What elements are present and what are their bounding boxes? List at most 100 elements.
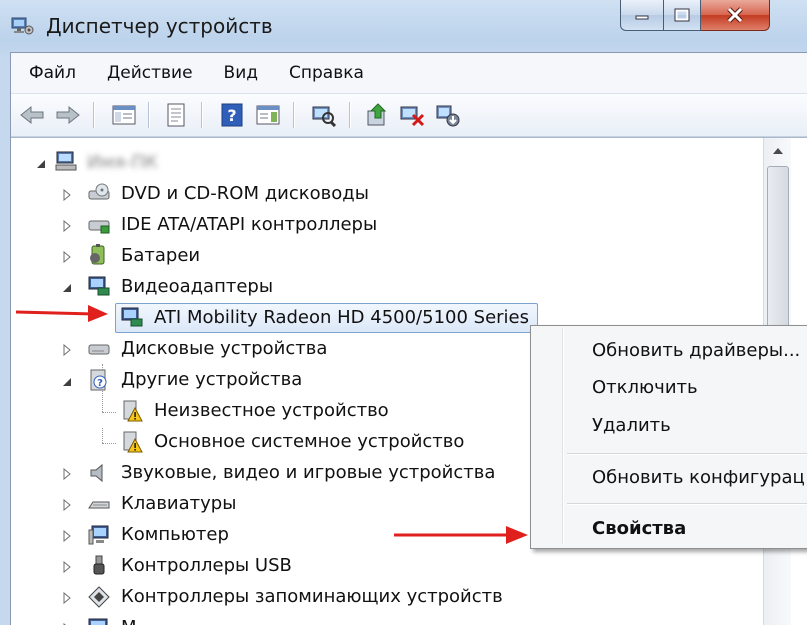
toolbar-separator xyxy=(201,102,203,128)
collapse-other-toggle[interactable] xyxy=(61,376,73,388)
expand-storage-toggle[interactable] xyxy=(61,592,73,604)
minimize-button[interactable] xyxy=(620,0,664,31)
toolbar-separator xyxy=(93,102,95,128)
tree-root-label[interactable]: Имя-ПК xyxy=(87,152,158,173)
expand-usb-toggle[interactable] xyxy=(61,561,73,573)
collapsed-arrow-icon xyxy=(63,592,71,604)
uninstall-device-button[interactable] xyxy=(435,102,461,128)
tree-node-label[interactable]: Основное системное устройство xyxy=(154,431,464,452)
disk-drive-icon xyxy=(88,344,110,355)
expanded-arrow-icon xyxy=(63,378,71,386)
collapse-root-toggle[interactable] xyxy=(35,158,47,170)
forward-button[interactable] xyxy=(55,102,81,128)
menu-help[interactable]: Справка xyxy=(271,63,377,83)
expand-keyboard-toggle[interactable] xyxy=(61,499,73,511)
menu-bar: Файл Действие Вид Справка xyxy=(11,53,807,93)
context-menu-separator xyxy=(567,503,807,505)
ide-controller-icon xyxy=(88,220,110,234)
window-title: Диспетчер устройств xyxy=(46,14,273,38)
computer-icon xyxy=(88,525,109,545)
scan-hardware-icon xyxy=(312,106,337,127)
expanded-arrow-icon xyxy=(63,284,71,292)
collapsed-arrow-icon xyxy=(63,251,71,263)
tree-guide-line xyxy=(102,412,116,413)
toolbar-separator xyxy=(349,102,351,128)
menu-disable[interactable]: Отключить xyxy=(592,377,698,398)
expand-dvd-toggle[interactable] xyxy=(61,189,73,201)
collapsed-arrow-icon xyxy=(63,189,71,201)
view-button[interactable] xyxy=(255,102,281,128)
context-menu-separator xyxy=(567,453,807,455)
svg-text:?: ? xyxy=(97,378,103,389)
svg-text:?: ? xyxy=(227,106,236,125)
menu-properties[interactable]: Свойства xyxy=(592,518,686,539)
menu-action[interactable]: Действие xyxy=(89,63,206,83)
expand-disk-toggle[interactable] xyxy=(61,344,73,356)
tree-node-label[interactable]: Компьютер xyxy=(121,524,229,545)
tree-node-label[interactable]: Неизвестное устройство xyxy=(154,400,389,421)
scroll-up-button[interactable] xyxy=(764,138,791,164)
red-arrow-icon xyxy=(394,526,528,544)
close-button[interactable] xyxy=(701,0,770,31)
maximize-button[interactable] xyxy=(664,0,701,31)
collapsed-arrow-icon xyxy=(63,344,71,356)
tree-guide-line xyxy=(102,428,103,443)
collapsed-arrow-icon xyxy=(63,561,71,573)
tree-node-label[interactable]: Видеоадаптеры xyxy=(121,276,273,297)
tree-node-label[interactable]: М... xyxy=(121,617,154,625)
collapsed-arrow-icon xyxy=(63,220,71,232)
tree-node-label[interactable]: Звуковые, видео и игровые устройства xyxy=(121,462,495,483)
help-button[interactable]: ? xyxy=(219,102,245,128)
red-arrow-icon xyxy=(15,305,108,322)
forward-icon xyxy=(56,105,80,125)
collapse-video-toggle[interactable] xyxy=(61,282,73,294)
collapsed-arrow-icon xyxy=(63,499,71,511)
expand-battery-toggle[interactable] xyxy=(61,251,73,263)
context-menu-gutter xyxy=(562,328,564,544)
display-adapter-icon xyxy=(88,276,110,296)
help-icon: ? xyxy=(221,103,243,127)
menu-update-drivers[interactable]: Обновить драйверы... xyxy=(592,340,800,361)
tree-node-label[interactable]: Другие устройства xyxy=(121,369,302,390)
tree-node-label[interactable]: Батареи xyxy=(121,245,200,266)
tree-node-label[interactable]: ATI Mobility Radeon HD 4500/5100 Series xyxy=(154,307,529,328)
update-driver-button[interactable] xyxy=(365,102,391,128)
unknown-device-icon: ? xyxy=(90,369,107,391)
expand-ide-toggle[interactable] xyxy=(61,220,73,232)
tree-node-label[interactable]: Клавиатуры xyxy=(121,493,236,514)
disable-device-button[interactable] xyxy=(399,102,425,128)
device-manager-icon xyxy=(11,17,34,35)
usb-icon xyxy=(93,555,105,575)
warning-device-icon xyxy=(123,431,143,453)
properties-button[interactable] xyxy=(163,102,189,128)
minimize-icon xyxy=(635,15,649,20)
storage-controller-icon xyxy=(88,586,110,608)
expand-computer-toggle[interactable] xyxy=(61,530,73,542)
menu-scan-changes[interactable]: Обновить конфигурац xyxy=(592,467,805,488)
title-bar[interactable]: Диспетчер устройств xyxy=(0,0,807,52)
maximize-icon xyxy=(674,8,690,22)
scroll-up-icon xyxy=(772,148,783,154)
disable-device-icon xyxy=(400,106,425,127)
expanded-arrow-icon xyxy=(37,160,45,168)
menu-view[interactable]: Вид xyxy=(206,63,271,83)
update-driver-icon xyxy=(367,103,387,126)
tree-node-label[interactable]: Дисковые устройства xyxy=(121,338,327,359)
back-icon xyxy=(20,105,44,125)
warning-device-icon xyxy=(123,400,143,422)
toolbar-separator xyxy=(293,102,295,128)
menu-file[interactable]: Файл xyxy=(11,63,89,83)
display-adapter-icon xyxy=(121,307,143,327)
show-hide-tree-button[interactable] xyxy=(111,102,137,128)
scan-hardware-button[interactable] xyxy=(311,102,337,128)
battery-icon xyxy=(90,244,105,265)
back-button[interactable] xyxy=(19,102,45,128)
tree-node-label[interactable]: IDE ATA/ATAPI контроллеры xyxy=(121,214,377,235)
tree-node-label[interactable]: Контроллеры запоминающих устройств xyxy=(121,586,503,607)
tree-node-label[interactable]: DVD и CD-ROM дисководы xyxy=(121,183,369,204)
computer-root-icon xyxy=(55,151,77,171)
toolbar: ? xyxy=(11,93,807,137)
expand-sound-toggle[interactable] xyxy=(61,468,73,480)
menu-uninstall[interactable]: Удалить xyxy=(592,415,671,436)
tree-node-label[interactable]: Контроллеры USB xyxy=(121,555,292,576)
